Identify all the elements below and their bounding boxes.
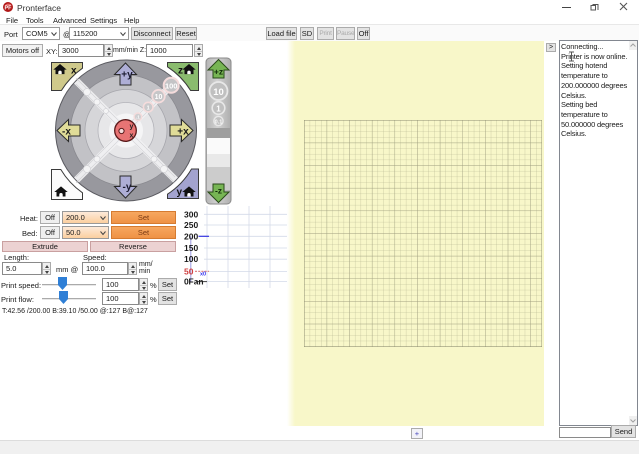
svg-text:100: 100 (184, 254, 198, 264)
svg-text:200: 200 (184, 231, 198, 241)
svg-text:z: z (178, 66, 183, 77)
svg-text:1: 1 (216, 105, 221, 114)
svg-text:50: 50 (184, 266, 194, 276)
svg-text:+x: +x (177, 127, 189, 138)
svg-text:+y: +y (121, 70, 133, 81)
svg-text:150: 150 (184, 243, 198, 253)
svg-text:+z: +z (214, 67, 223, 77)
svg-text:10: 10 (155, 94, 163, 101)
svg-text:250: 250 (184, 220, 198, 230)
svg-text:1: 1 (147, 105, 150, 111)
svg-text:Fan: Fan (189, 277, 204, 287)
svg-text:x: x (71, 66, 77, 77)
svg-text:0.1: 0.1 (215, 120, 223, 126)
svg-text:.1: .1 (136, 115, 140, 120)
svg-text:100: 100 (165, 81, 178, 90)
svg-text:y: y (176, 187, 182, 198)
svg-text:-y: -y (123, 182, 132, 193)
svg-text:10: 10 (213, 87, 224, 98)
svg-text:y: y (130, 124, 134, 131)
svg-text:-x: -x (62, 127, 71, 138)
svg-text:300: 300 (184, 209, 198, 219)
svg-text:-z: -z (215, 186, 222, 196)
svg-text:x: x (130, 133, 134, 140)
svg-text:PF: PF (5, 6, 13, 12)
svg-text:x0: x0 (200, 271, 206, 277)
